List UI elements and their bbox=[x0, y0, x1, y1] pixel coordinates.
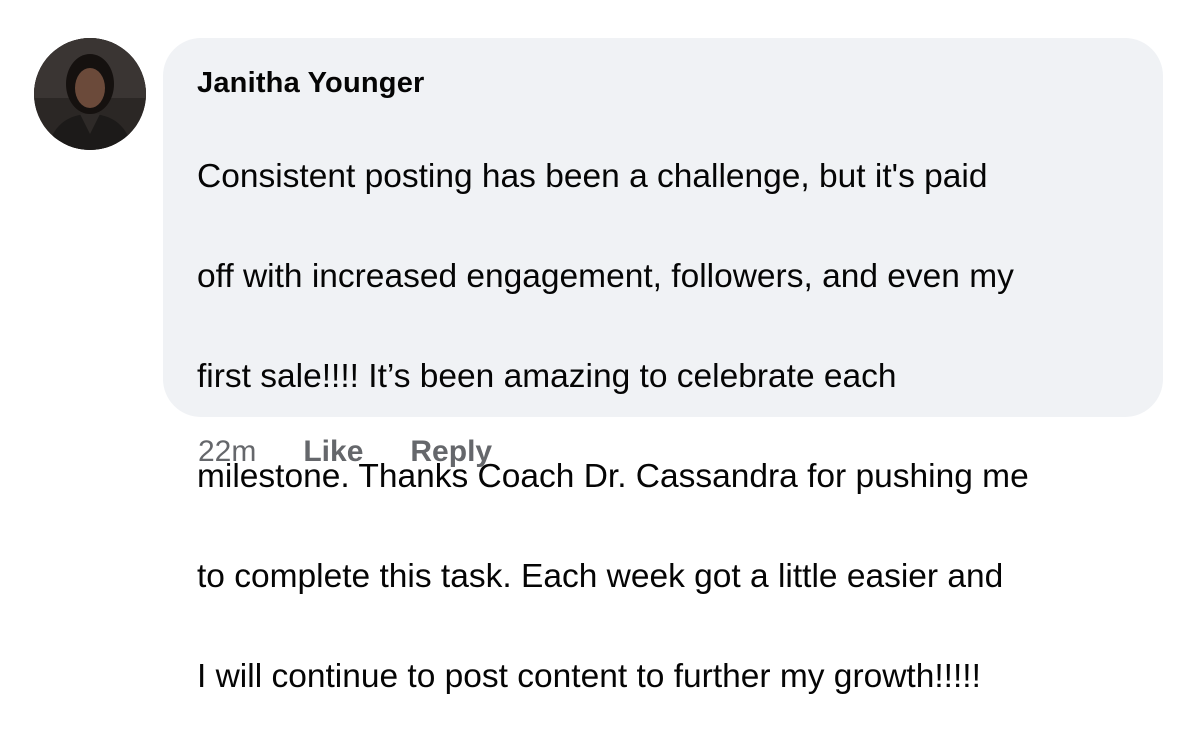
reply-button[interactable]: Reply bbox=[410, 435, 492, 469]
comment-text-line: off with increased engagement, followers… bbox=[197, 258, 1014, 295]
profile-photo bbox=[34, 38, 146, 150]
comment-text-line: I will continue to post content to furth… bbox=[197, 658, 981, 695]
comment-text-line: to complete this task. Each week got a l… bbox=[197, 558, 1004, 595]
comment-author-name[interactable]: Janitha Younger bbox=[197, 64, 1133, 102]
comment-text-line: Consistent posting has been a challenge,… bbox=[197, 158, 988, 195]
like-button[interactable]: Like bbox=[303, 435, 363, 469]
avatar[interactable] bbox=[34, 38, 146, 150]
comment-text-line: first sale!!!! It’s been amazing to cele… bbox=[197, 358, 897, 395]
comment-bubble: Janitha Younger Consistent posting has b… bbox=[163, 38, 1163, 695]
comment-timestamp[interactable]: 22m bbox=[198, 435, 256, 469]
comment-text: Consistent posting has been a challenge,… bbox=[197, 102, 1133, 752]
comment-actions: 22m Like Reply bbox=[198, 430, 492, 474]
